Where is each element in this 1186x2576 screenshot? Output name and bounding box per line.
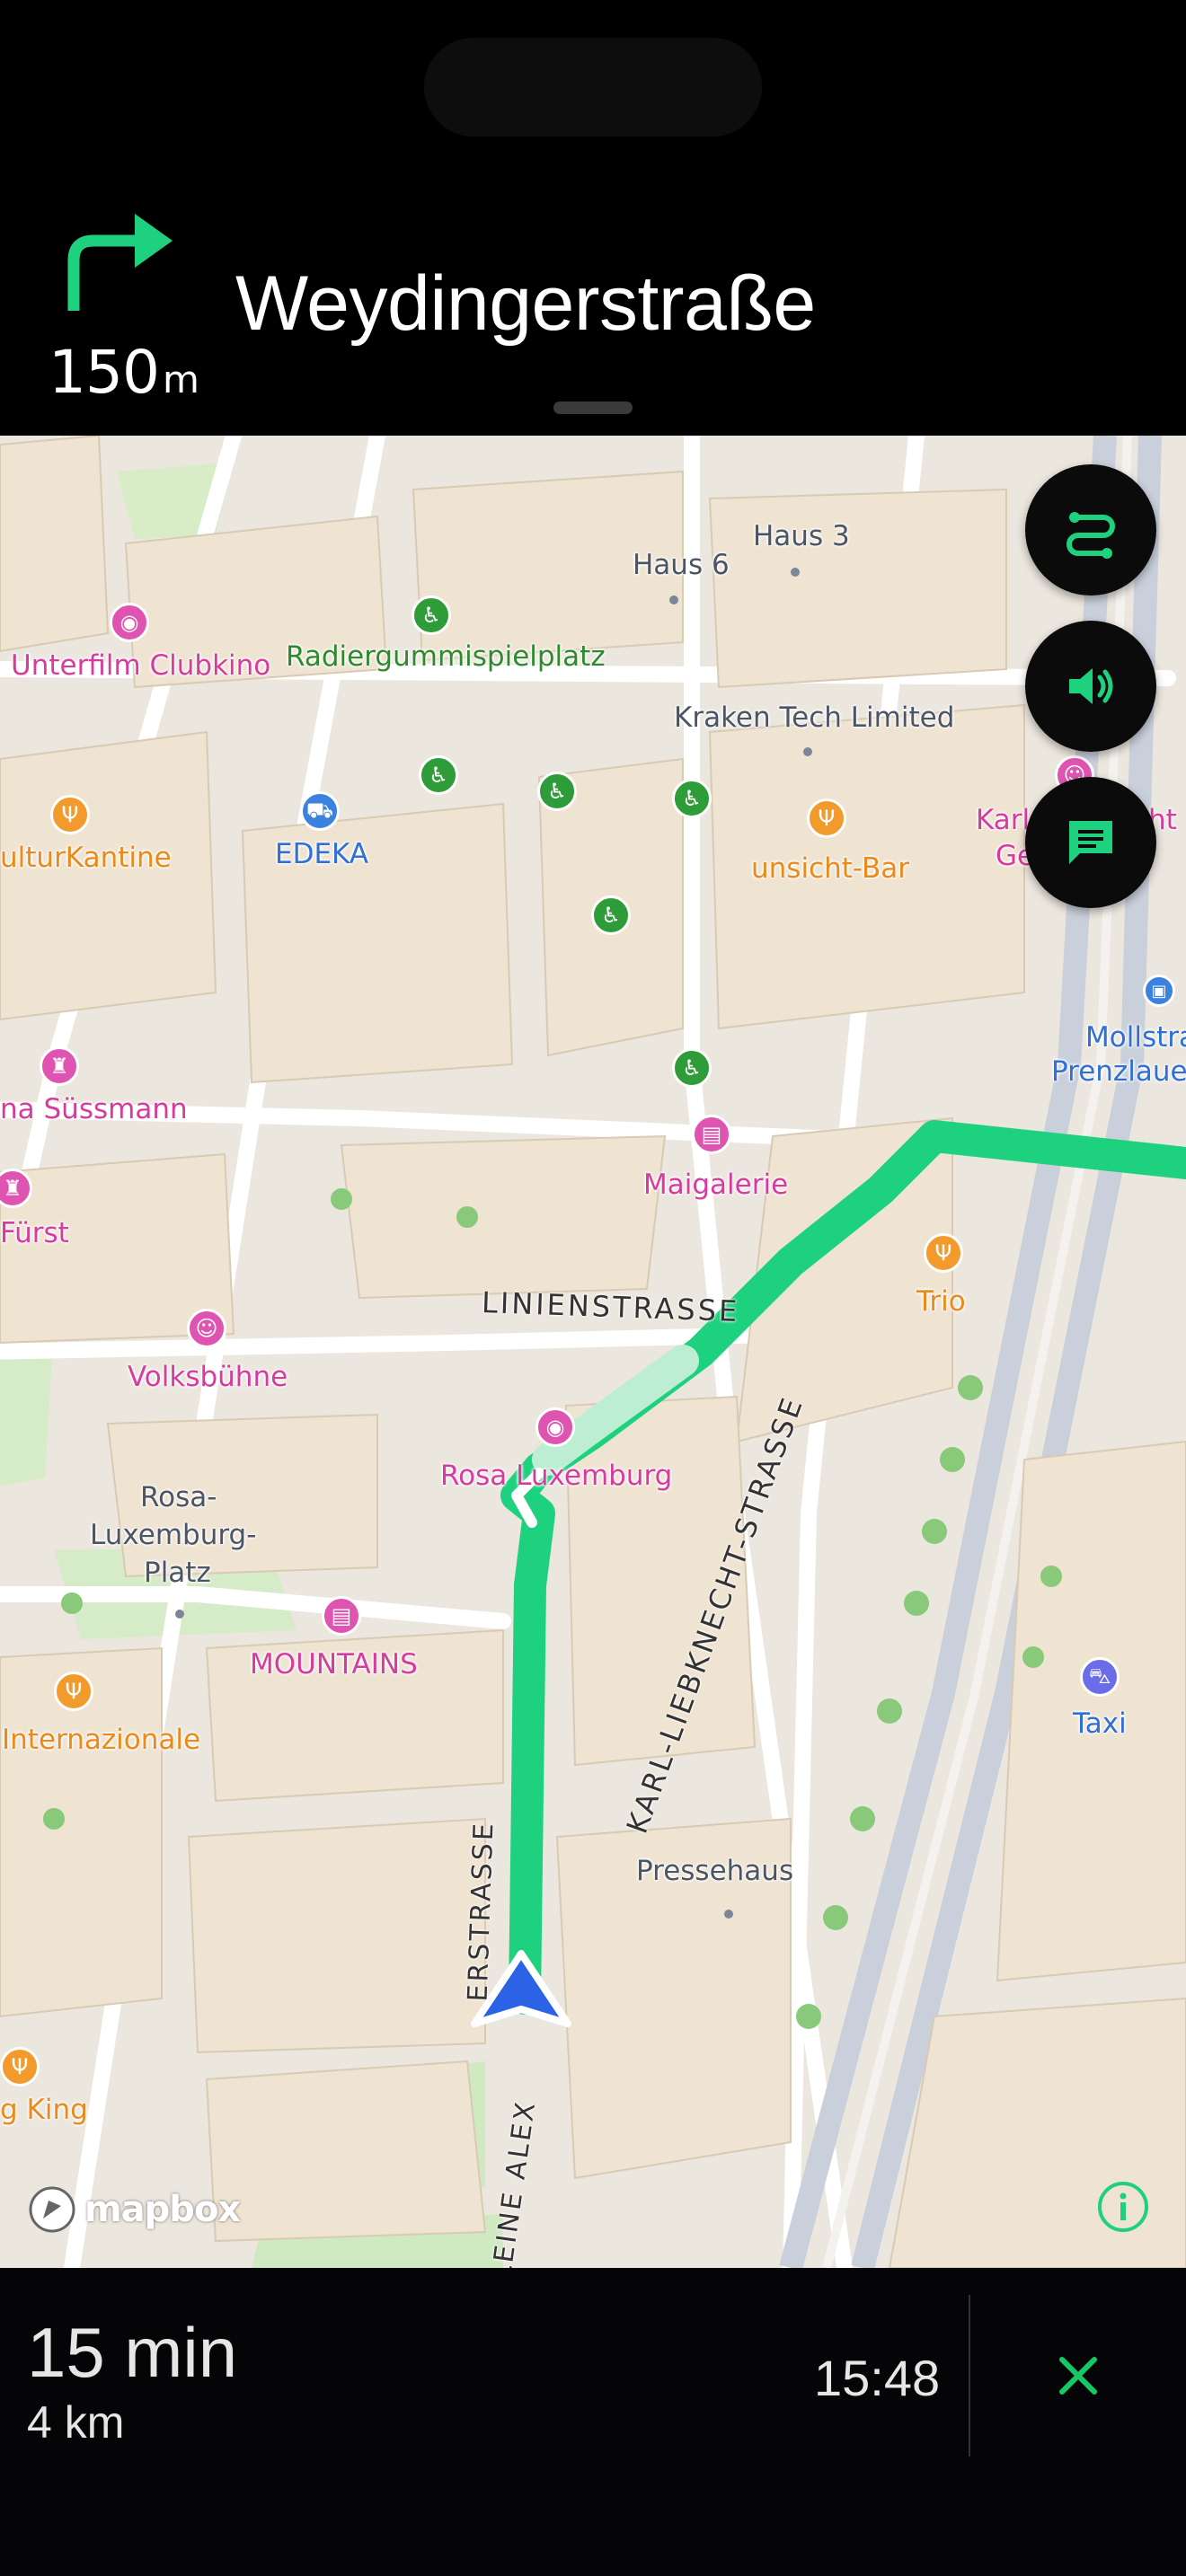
restaurant-icon[interactable]: Ψ (807, 798, 846, 838)
camera-icon[interactable]: ◉ (535, 1407, 575, 1447)
poi-label[interactable]: na Süssmann (0, 1092, 188, 1126)
poi-label[interactable]: Unterfilm Clubkino (11, 648, 270, 683)
distance-value: 150 (49, 338, 160, 407)
camera-icon[interactable]: ◉ (110, 603, 149, 642)
gallery-icon[interactable]: ▤ (322, 1596, 361, 1636)
mapbox-wordmark: mapbox (84, 2189, 241, 2230)
poi-label: Platz (144, 1557, 211, 1589)
poi-label[interactable]: g King (0, 2093, 88, 2127)
sound-button[interactable] (1025, 621, 1156, 752)
remaining-distance: 4 km (27, 2397, 125, 2448)
poi-label[interactable]: Taxi (1073, 1707, 1127, 1741)
poi-label[interactable]: ulturKantine (0, 841, 172, 875)
poi-label: Haus 3 (753, 520, 850, 552)
poi-label: Luxemburg- (90, 1519, 257, 1551)
message-icon (1069, 821, 1112, 864)
poi-label[interactable]: Rosa Luxemburg (440, 1459, 672, 1493)
address-dot (724, 1910, 733, 1919)
address-dot (669, 595, 678, 604)
poi-label[interactable]: MOUNTAINS (250, 1647, 418, 1681)
poi-label[interactable]: Prenzlaue (1051, 1054, 1186, 1089)
playground-icon[interactable]: ♿ (419, 755, 458, 795)
playground-icon[interactable]: ♿ (537, 772, 577, 811)
address-dot (175, 1610, 184, 1619)
speaker-icon (1069, 668, 1113, 704)
instruction-banner: 150m Weydingerstraße (0, 0, 1186, 436)
map-view[interactable]: ◉ ♿ ♿ ♿ ♿ ♿ ♿ Ψ ⛟ Ψ ☺ ▣ ♜ ▤ ♜ Ψ ☺ ◉ ▤ Ψ … (0, 436, 1186, 2268)
monument-icon[interactable]: ♜ (0, 1169, 32, 1208)
restaurant-icon[interactable]: Ψ (0, 2047, 40, 2086)
poi-label[interactable]: Trio (916, 1284, 966, 1319)
playground-icon[interactable]: ♿ (412, 595, 451, 635)
poi-label[interactable]: unsicht-Bar (751, 851, 909, 886)
poi-label[interactable]: Volksbühne (128, 1360, 288, 1394)
mapbox-logo[interactable]: mapbox (27, 2184, 241, 2235)
route-icon (1067, 512, 1115, 559)
restaurant-icon[interactable]: Ψ (54, 1672, 93, 1711)
turn-right-icon (67, 214, 173, 311)
poi-label: Pressehaus (636, 1855, 794, 1887)
mapbox-mark-icon (29, 2186, 75, 2233)
remaining-time: 15 min (27, 2313, 238, 2392)
map-base (0, 436, 1186, 2268)
poi-label: Haus 6 (633, 549, 730, 581)
taxi-icon[interactable]: ⛍ (1080, 1657, 1120, 1697)
transit-icon[interactable]: ▣ (1143, 975, 1175, 1007)
playground-icon[interactable]: ♿ (672, 779, 712, 818)
maneuver-distance: 150m (49, 332, 199, 420)
poi-label[interactable]: Mollstra (1085, 1020, 1186, 1054)
poi-label[interactable]: Karl (976, 803, 1030, 837)
gallery-icon[interactable]: ▤ (692, 1115, 731, 1154)
street-label-alexanderstrasse-top: ERSTRASSE (462, 1820, 500, 2003)
restaurant-icon[interactable]: Ψ (50, 795, 90, 834)
poi-label: Kraken Tech Limited (674, 701, 955, 734)
end-navigation-button[interactable] (1042, 2331, 1114, 2421)
address-dot (791, 568, 800, 577)
poi-label[interactable]: Maigalerie (643, 1168, 788, 1202)
trip-summary-panel[interactable]: 15 min 4 km 15:48 (0, 2268, 1186, 2576)
playground-icon[interactable]: ♿ (591, 895, 631, 935)
theater-icon[interactable]: ☺ (187, 1309, 226, 1348)
info-icon[interactable] (1096, 2180, 1150, 2234)
divider (969, 2295, 970, 2457)
poi-label[interactable]: Radiergummispielplatz (286, 640, 606, 674)
poi-label: Rosa- (140, 1481, 217, 1513)
poi-label[interactable]: Internazionale (2, 1723, 200, 1757)
playground-icon[interactable]: ♿ (672, 1048, 712, 1088)
dynamic-island (424, 38, 762, 137)
restaurant-icon[interactable]: Ψ (924, 1233, 963, 1273)
poi-label[interactable]: EDEKA (275, 837, 368, 871)
next-street-name: Weydingerstraße (235, 260, 816, 347)
poi-label[interactable]: Fürst (0, 1216, 69, 1250)
banner-grabber[interactable] (553, 401, 633, 414)
monument-icon[interactable]: ♜ (40, 1046, 79, 1086)
arrival-time: 15:48 (814, 2350, 941, 2406)
close-icon (1059, 2357, 1097, 2395)
distance-unit: m (162, 357, 199, 401)
route-overview-button[interactable] (1025, 464, 1156, 595)
address-dot (803, 747, 812, 756)
cart-icon[interactable]: ⛟ (300, 791, 340, 831)
feedback-button[interactable] (1025, 777, 1156, 908)
